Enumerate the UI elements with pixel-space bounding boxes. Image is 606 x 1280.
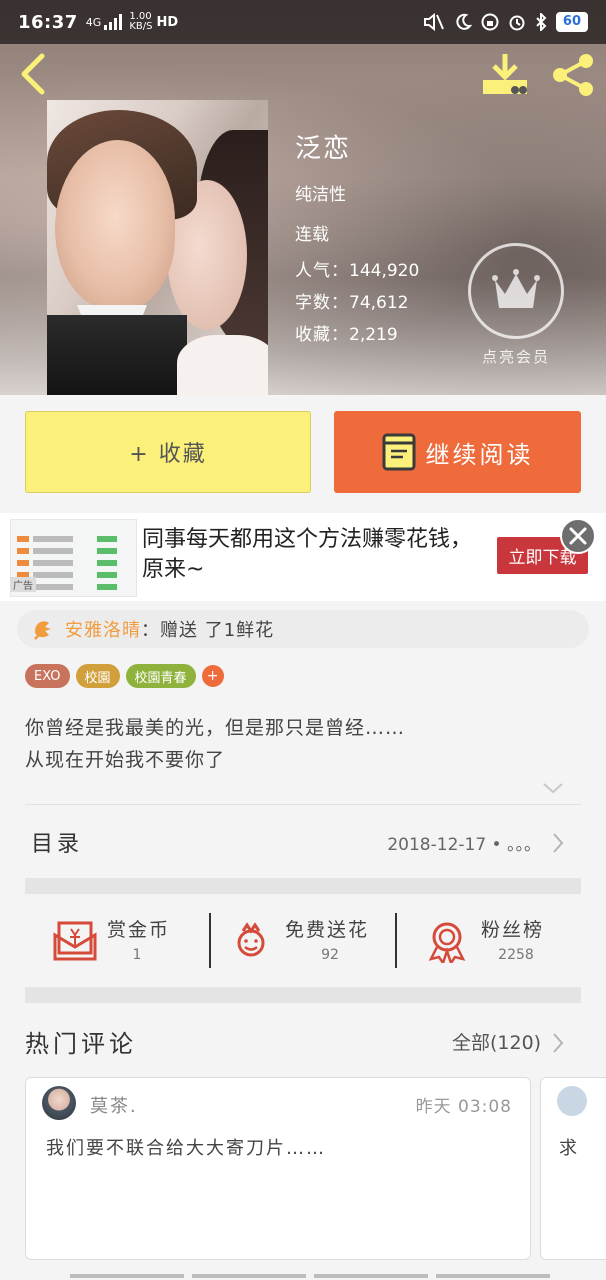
all-comments-link[interactable]: 全部(120)	[452, 1028, 541, 1055]
ad-text: 同事每天都用这个方法赚零花钱，原来~	[142, 527, 473, 582]
continue-reading-label: 继续阅读	[425, 440, 534, 469]
lock-rotation-icon	[481, 13, 499, 31]
signal-indicator: 4G	[85, 15, 102, 29]
book-favorites: 收藏：2,219	[295, 320, 398, 345]
continue-reading-button[interactable]: 继续阅读	[334, 411, 581, 493]
flower-gift-icon	[237, 922, 265, 957]
ad-label: 广告	[10, 577, 36, 592]
red-envelope-icon	[53, 921, 97, 961]
medal-icon	[428, 922, 466, 963]
description-line: 从现在开始我不要你了	[25, 749, 226, 771]
comment-user[interactable]: 莫茶.	[90, 1092, 138, 1118]
book-word-count: 字数：74,612	[295, 288, 408, 313]
stat-separator	[209, 913, 211, 968]
bluetooth-icon	[536, 13, 547, 31]
popularity-value: 144,920	[349, 261, 420, 281]
comment-text: 我们要不联合给大大寄刀片……	[46, 1138, 326, 1159]
gift-sender[interactable]: 安雅洛晴	[65, 616, 141, 642]
fan-ranking-stat[interactable]: 粉丝榜 2258	[427, 911, 577, 975]
book-description: 你曾经是我最美的光，但是那只是曾经…… 从现在开始我不要你了	[25, 712, 581, 776]
flower-icon	[34, 621, 51, 640]
add-favorite-button[interactable]: + 收藏	[25, 411, 311, 493]
book-state: 连载	[295, 225, 329, 245]
avatar[interactable]	[42, 1086, 76, 1120]
tag-campus[interactable]: 校園	[75, 664, 120, 688]
close-icon	[569, 527, 587, 545]
catalog-row[interactable]: 目录 2018-12-17 • 。。。	[25, 810, 581, 874]
book-category: 纯洁性	[295, 185, 346, 205]
reward-coins-value: 1	[132, 947, 142, 963]
reward-coins-stat[interactable]: 赏金币 1	[53, 911, 203, 975]
catalog-latest: 2018-12-17 • 。。。	[387, 835, 541, 855]
ad-banner[interactable]: 同事每天都用这个方法赚零花钱，原来~ 立即下载	[0, 513, 606, 601]
crown-icon	[492, 269, 540, 308]
tag-exo[interactable]: EXO	[25, 664, 70, 688]
chevron-right-icon	[553, 833, 564, 853]
comment-text: 求	[559, 1138, 577, 1159]
book-popularity: 人气：144,920	[295, 256, 419, 281]
book-title: 泛恋	[295, 134, 352, 164]
gift-notice: 安雅洛晴 ：赠送 了1鲜花	[17, 610, 589, 648]
expand-chevron-icon[interactable]	[542, 780, 564, 796]
favorites-value: 2,219	[349, 325, 398, 345]
status-bar: 16:37 4G 1.00 KB/S HD 60	[0, 0, 606, 44]
avatar[interactable]	[557, 1086, 587, 1116]
popularity-label: 人气：	[295, 261, 349, 281]
battery-indicator: 60	[555, 12, 588, 32]
free-flowers-stat[interactable]: 免费送花 92	[231, 911, 401, 975]
carousel-indicator	[70, 1274, 550, 1280]
comment-time: 昨天 03:08	[415, 1097, 512, 1117]
chevron-right-icon[interactable]	[551, 1032, 565, 1054]
catalog-title: 目录	[31, 832, 84, 857]
tag-list: EXO 校園 校園青春 +	[25, 664, 224, 688]
hd-indicator: HD	[156, 14, 179, 30]
download-icon[interactable]	[480, 52, 530, 98]
free-flowers-value: 92	[321, 947, 339, 963]
words-value: 74,612	[349, 293, 409, 313]
book-header: 16:37 4G 1.00 KB/S HD 60 泛恋 纯洁性 连载 人气：14…	[0, 0, 606, 395]
moon-icon	[456, 13, 472, 30]
free-flowers-label: 免费送花	[285, 919, 370, 941]
action-bar: + 收藏 继续阅读	[0, 395, 606, 513]
vip-label: 点亮会员	[481, 348, 550, 366]
section-divider	[25, 878, 581, 894]
share-icon[interactable]	[550, 52, 596, 98]
comment-card[interactable]: 莫茶. 昨天 03:08 我们要不联合给大大寄刀片……	[25, 1077, 531, 1260]
signal-icon	[104, 14, 123, 30]
fan-ranking-label: 粉丝榜	[481, 919, 545, 941]
tag-campus-youth[interactable]: 校園青春	[125, 664, 196, 688]
book-cover[interactable]	[47, 100, 268, 395]
vip-button[interactable]	[468, 243, 564, 339]
stat-separator	[395, 913, 397, 968]
alarm-icon	[509, 15, 525, 31]
fan-ranking-value: 2258	[498, 947, 534, 963]
reward-coins-label: 赏金币	[107, 919, 171, 941]
comment-card[interactable]: 求	[540, 1077, 606, 1260]
ad-close-button[interactable]	[560, 518, 596, 554]
favorites-label: 收藏：	[295, 325, 349, 345]
description-line: 你曾经是我最美的光，但是那只是曾经……	[25, 717, 406, 739]
hot-comments-title: 热门评论	[25, 1030, 137, 1058]
mute-icon	[423, 13, 444, 31]
gift-message: ：赠送 了1鲜花	[141, 620, 275, 641]
section-divider	[25, 987, 581, 1003]
divider	[25, 804, 581, 805]
status-time: 16:37	[18, 11, 78, 33]
add-tag-button[interactable]: +	[201, 665, 224, 687]
net-speed: 1.00 KB/S	[129, 11, 153, 32]
book-icon	[382, 433, 415, 471]
back-icon[interactable]	[16, 52, 50, 96]
stats-row: 赏金币 1 免费送花 92 粉丝榜 2258	[25, 895, 581, 987]
words-label: 字数：	[295, 293, 349, 313]
